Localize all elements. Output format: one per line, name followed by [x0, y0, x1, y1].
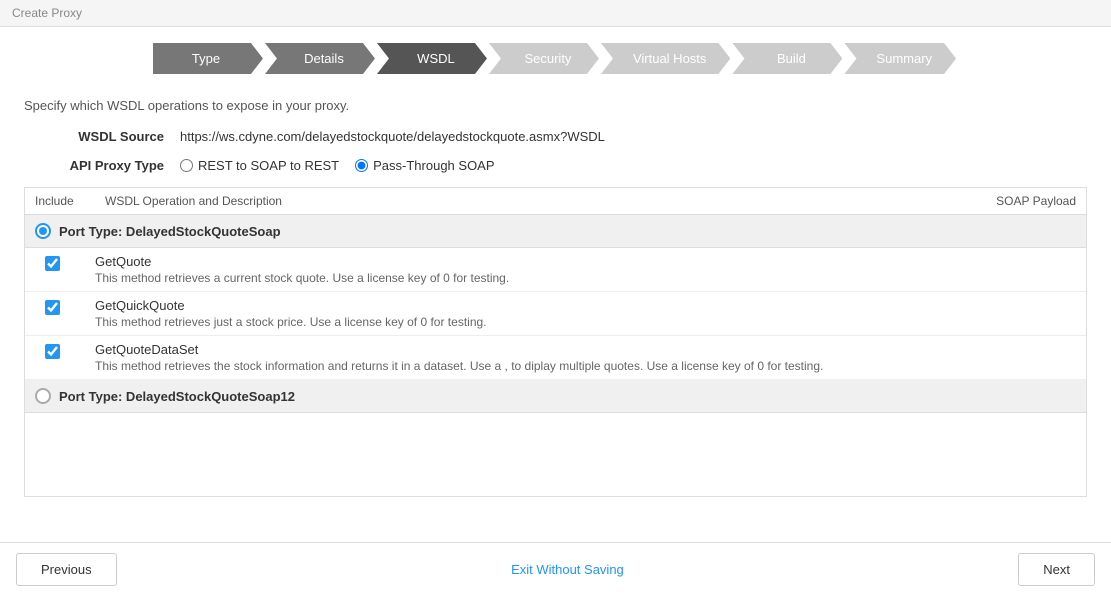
page-subtitle: Specify which WSDL operations to expose …	[24, 98, 1087, 113]
api-proxy-type-label: API Proxy Type	[24, 158, 164, 173]
api-proxy-type-row: API Proxy Type REST to SOAP to REST Pass…	[24, 158, 1087, 173]
col-soap: SOAP Payload	[956, 194, 1076, 208]
col-include: Include	[35, 194, 105, 208]
op-getquote-checkbox-container	[45, 254, 95, 274]
step-summary-label[interactable]: Summary	[844, 43, 956, 74]
op-getquotedataset-content: GetQuoteDataSet This method retrieves th…	[95, 342, 1076, 373]
operation-row-getquotedataset: GetQuoteDataSet This method retrieves th…	[25, 336, 1086, 380]
previous-button[interactable]: Previous	[16, 553, 117, 586]
op-getquotedataset-checkbox[interactable]	[45, 344, 60, 359]
op-getquickquote-desc: This method retrieves just a stock price…	[95, 315, 1076, 329]
step-virtual-hosts[interactable]: Virtual Hosts	[601, 43, 732, 74]
bottom-bar: Previous Exit Without Saving Next	[0, 542, 1111, 596]
radio-passthrough-option[interactable]: Pass-Through SOAP	[355, 158, 494, 173]
operation-row-getquote: GetQuote This method retrieves a current…	[25, 248, 1086, 292]
step-wsdl-label[interactable]: WSDL	[377, 43, 487, 74]
step-type[interactable]: Type	[153, 43, 265, 74]
op-getquotedataset-checkbox-container	[45, 342, 95, 362]
top-bar: Create Proxy	[0, 0, 1111, 27]
radio-group: REST to SOAP to REST Pass-Through SOAP	[180, 158, 495, 173]
main-content: Specify which WSDL operations to expose …	[0, 86, 1111, 505]
step-type-label[interactable]: Type	[153, 43, 263, 74]
op-getquotedataset-name: GetQuoteDataSet	[95, 342, 1076, 357]
step-build-label[interactable]: Build	[732, 43, 842, 74]
step-summary[interactable]: Summary	[844, 43, 958, 74]
step-details[interactable]: Details	[265, 43, 377, 74]
wizard-steps: Type Details WSDL Security Virtual Hosts…	[0, 27, 1111, 86]
wsdl-source-row: WSDL Source https://ws.cdyne.com/delayed…	[24, 129, 1087, 144]
op-getquickquote-checkbox[interactable]	[45, 300, 60, 315]
port-type-row-2[interactable]: Port Type: DelayedStockQuoteSoap12	[25, 380, 1086, 413]
port-type-2-label: Port Type: DelayedStockQuoteSoap12	[59, 389, 295, 404]
radio-rest-label: REST to SOAP to REST	[198, 158, 339, 173]
op-getquote-desc: This method retrieves a current stock qu…	[95, 271, 1076, 285]
port-type-1-radio[interactable]	[35, 223, 51, 239]
step-security-label[interactable]: Security	[489, 43, 599, 74]
port-type-2-radio[interactable]	[35, 388, 51, 404]
op-getquote-content: GetQuote This method retrieves a current…	[95, 254, 1076, 285]
port-type-1-label: Port Type: DelayedStockQuoteSoap	[59, 224, 281, 239]
step-wsdl[interactable]: WSDL	[377, 43, 489, 74]
op-getquickquote-content: GetQuickQuote This method retrieves just…	[95, 298, 1076, 329]
step-build[interactable]: Build	[732, 43, 844, 74]
exit-without-saving-link[interactable]: Exit Without Saving	[511, 562, 624, 577]
col-operation: WSDL Operation and Description	[105, 194, 956, 208]
radio-passthrough-label: Pass-Through SOAP	[373, 158, 494, 173]
wsdl-source-value: https://ws.cdyne.com/delayedstockquote/d…	[180, 129, 605, 144]
radio-passthrough-input[interactable]	[355, 159, 368, 172]
step-details-label[interactable]: Details	[265, 43, 375, 74]
op-getquote-checkbox[interactable]	[45, 256, 60, 271]
port-type-row-1[interactable]: Port Type: DelayedStockQuoteSoap	[25, 215, 1086, 248]
operation-row-getquickquote: GetQuickQuote This method retrieves just…	[25, 292, 1086, 336]
top-bar-title: Create Proxy	[12, 6, 82, 20]
radio-rest-option[interactable]: REST to SOAP to REST	[180, 158, 339, 173]
wsdl-source-label: WSDL Source	[24, 129, 164, 144]
op-getquote-name: GetQuote	[95, 254, 1076, 269]
step-virtual-hosts-label[interactable]: Virtual Hosts	[601, 43, 730, 74]
op-getquickquote-checkbox-container	[45, 298, 95, 318]
step-security[interactable]: Security	[489, 43, 601, 74]
op-getquotedataset-desc: This method retrieves the stock informat…	[95, 359, 1076, 373]
table-header: Include WSDL Operation and Description S…	[25, 188, 1086, 215]
radio-rest-input[interactable]	[180, 159, 193, 172]
next-button[interactable]: Next	[1018, 553, 1095, 586]
op-getquickquote-name: GetQuickQuote	[95, 298, 1076, 313]
operations-table: Include WSDL Operation and Description S…	[24, 187, 1087, 497]
